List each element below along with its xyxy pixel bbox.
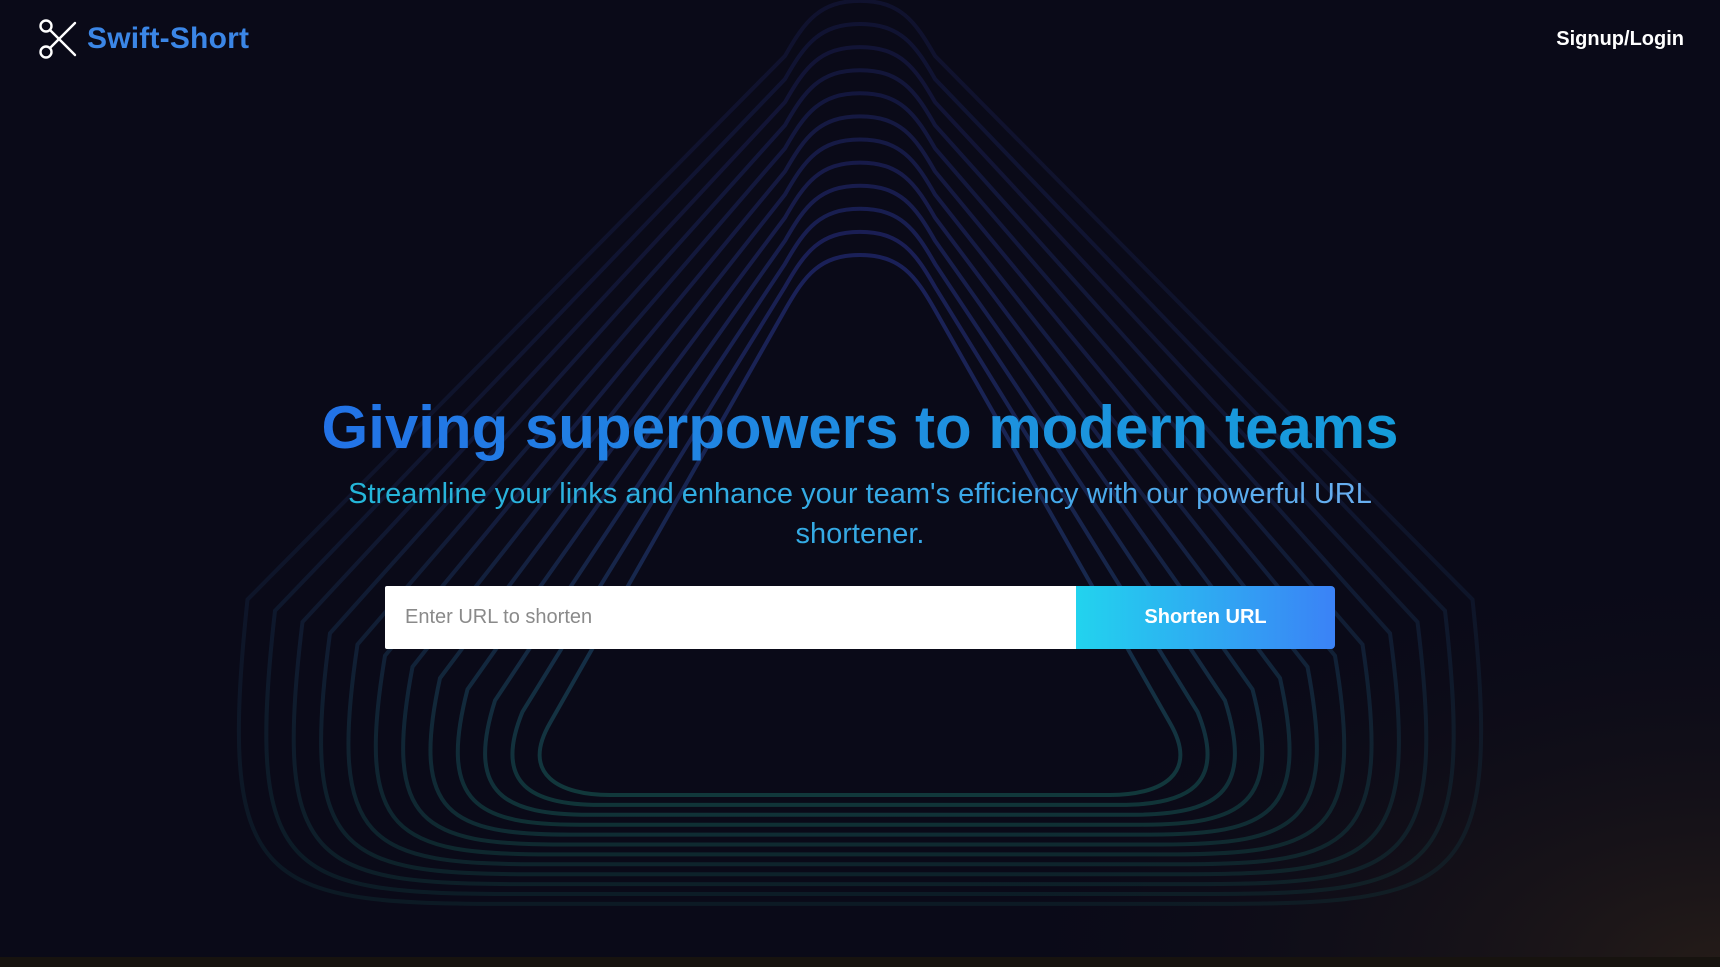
hero-section: Giving superpowers to modern teams Strea… xyxy=(0,390,1720,554)
hero-title: Giving superpowers to modern teams xyxy=(0,390,1720,466)
url-input[interactable] xyxy=(385,586,1076,649)
hero-subtitle: Streamline your links and enhance your t… xyxy=(300,474,1420,554)
scissors-icon xyxy=(39,19,77,59)
shorten-url-button[interactable]: Shorten URL xyxy=(1076,586,1335,649)
signup-login-link[interactable]: Signup/Login xyxy=(1556,28,1684,51)
navbar: Swift-Short Signup/Login xyxy=(0,0,1720,84)
brand-logo-link[interactable]: Swift-Short xyxy=(39,19,249,59)
page: Swift-Short Signup/Login Giving superpow… xyxy=(0,0,1720,967)
brand-name: Swift-Short xyxy=(87,22,250,55)
taskbar-strip xyxy=(0,957,1720,967)
shorten-form: Shorten URL xyxy=(385,586,1335,649)
